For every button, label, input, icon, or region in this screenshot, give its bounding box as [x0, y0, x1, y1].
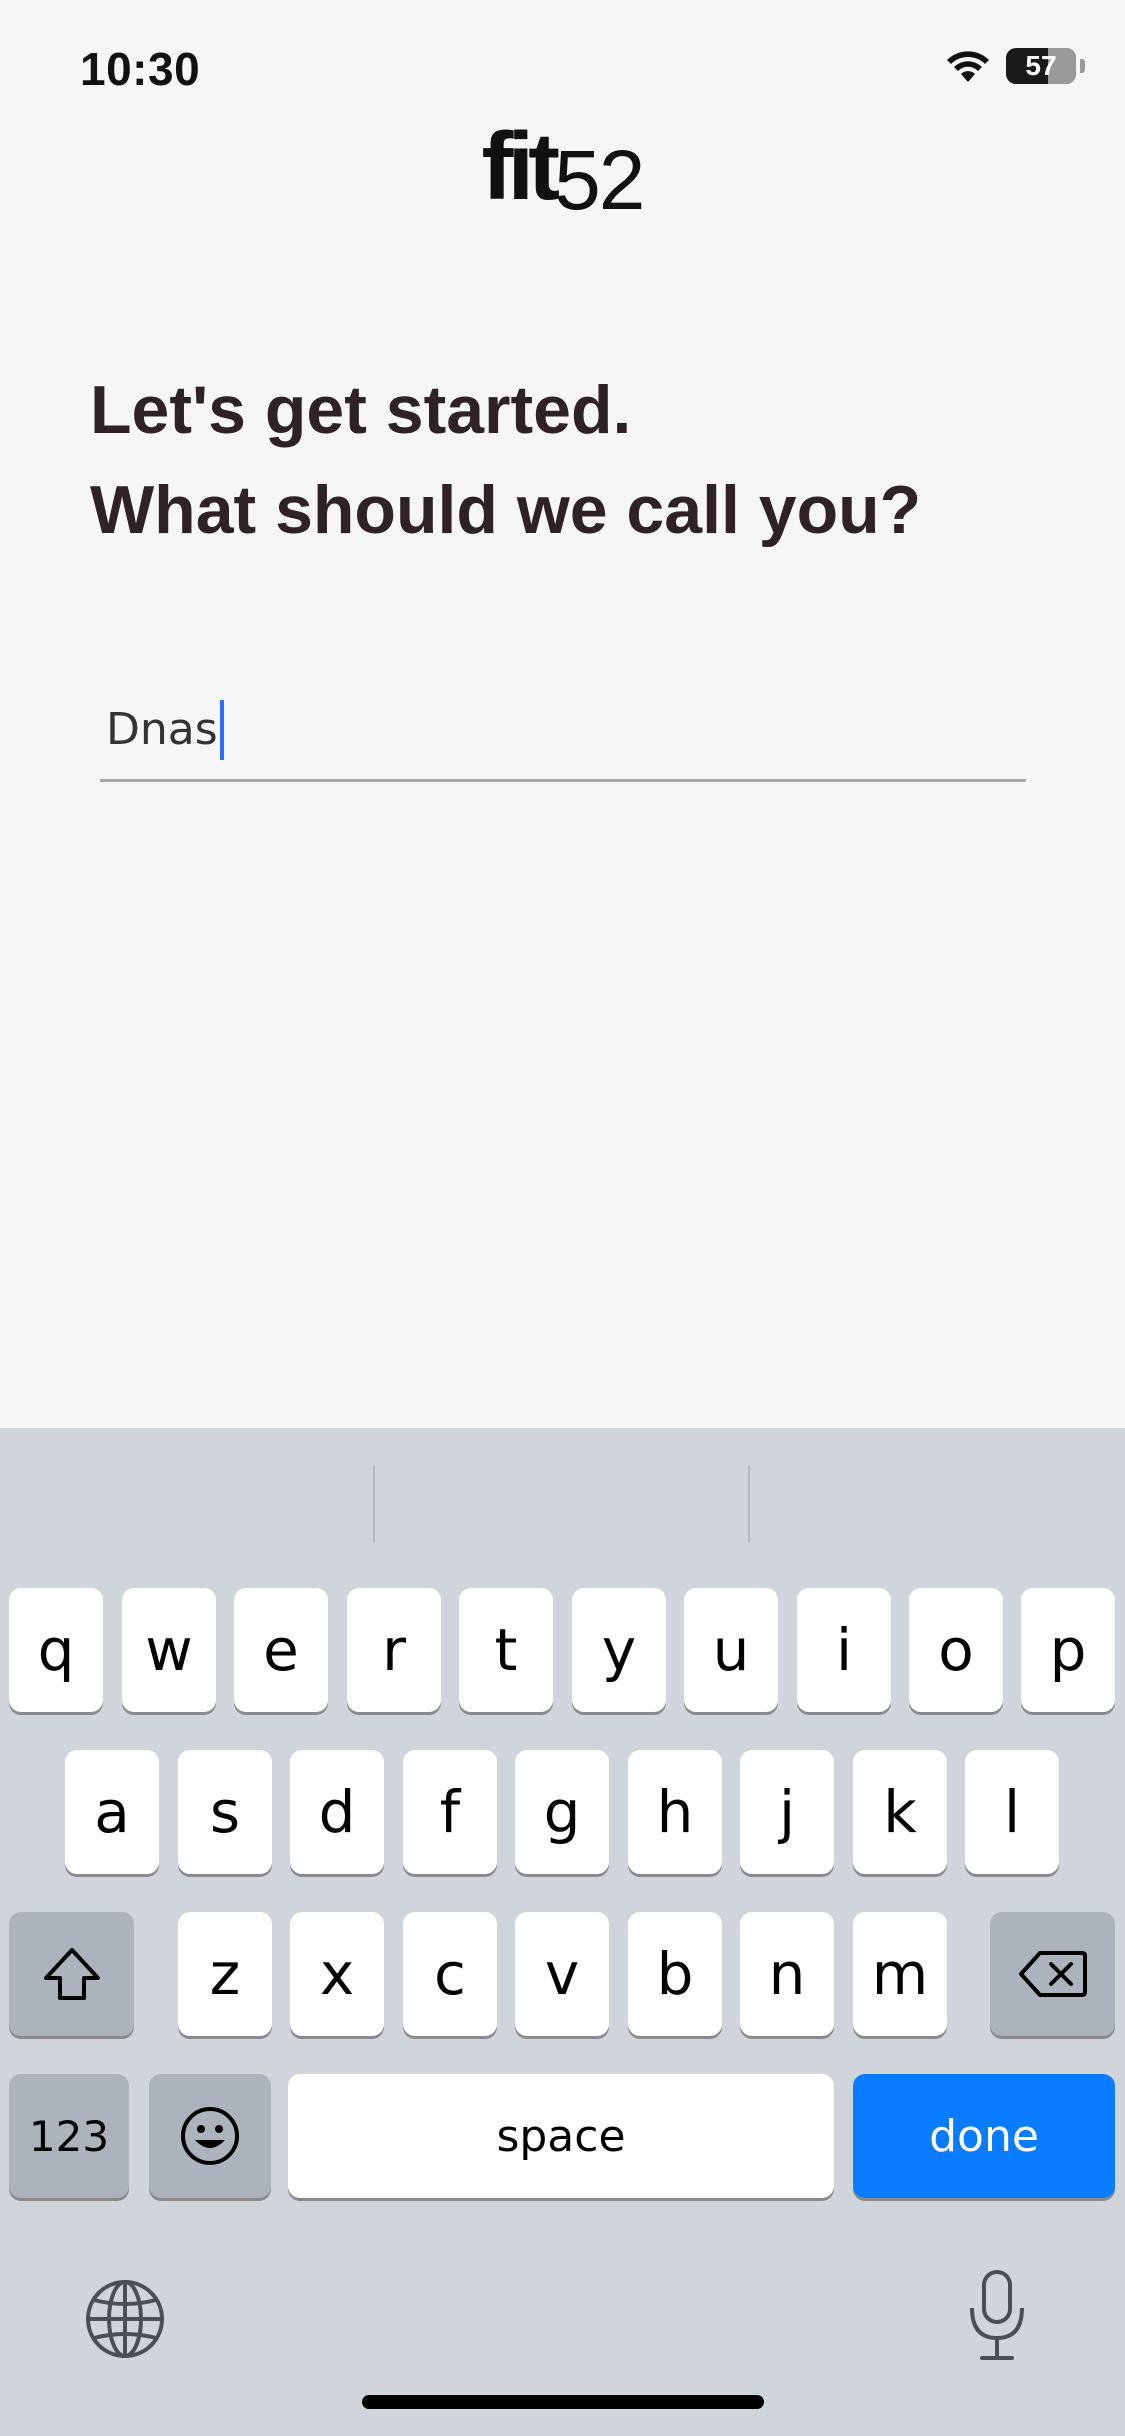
key-b[interactable]: b	[628, 1912, 722, 2036]
key-k[interactable]: k	[853, 1750, 947, 1874]
space-key[interactable]: space	[288, 2074, 834, 2198]
status-time: 10:30	[80, 43, 201, 95]
key-d[interactable]: d	[290, 1750, 384, 1874]
key-q[interactable]: q	[9, 1588, 103, 1712]
key-f[interactable]: f	[403, 1750, 497, 1874]
key-n[interactable]: n	[740, 1912, 834, 2036]
suggestion-divider	[748, 1466, 750, 1542]
key-x[interactable]: x	[290, 1912, 384, 2036]
key-j[interactable]: j	[740, 1750, 834, 1874]
globe-icon[interactable]	[84, 2278, 166, 2360]
name-input-value: Dnas	[106, 704, 218, 755]
key-r[interactable]: r	[347, 1588, 441, 1712]
status-indicators: 57	[944, 48, 1085, 84]
key-s[interactable]: s	[178, 1750, 272, 1874]
home-indicator[interactable]	[362, 2395, 764, 2409]
key-c[interactable]: c	[403, 1912, 497, 2036]
key-o[interactable]: o	[909, 1588, 1003, 1712]
backspace-icon	[1018, 1951, 1087, 1997]
key-a[interactable]: a	[65, 1750, 159, 1874]
shift-icon	[43, 1948, 100, 2000]
key-e[interactable]: e	[234, 1588, 328, 1712]
suggestion-bar	[0, 1428, 1125, 1588]
key-g[interactable]: g	[515, 1750, 609, 1874]
emoji-key[interactable]	[149, 2074, 271, 2198]
key-w[interactable]: w	[122, 1588, 216, 1712]
emoji-icon	[181, 2107, 239, 2165]
key-m[interactable]: m	[853, 1912, 947, 2036]
app-logo: fit52	[0, 112, 1125, 227]
heading-line-1: Let's get started.	[90, 372, 632, 448]
key-l[interactable]: l	[965, 1750, 1059, 1874]
wifi-icon	[947, 51, 989, 82]
logo-word: fit	[481, 113, 560, 220]
suggestion-divider	[373, 1466, 375, 1542]
microphone-icon[interactable]	[966, 2268, 1028, 2364]
key-h[interactable]: h	[628, 1750, 722, 1874]
done-key[interactable]: done	[853, 2074, 1115, 2198]
shift-key[interactable]	[9, 1912, 134, 2036]
numbers-key[interactable]: 123	[9, 2074, 129, 2198]
key-t[interactable]: t	[459, 1588, 553, 1712]
key-z[interactable]: z	[178, 1912, 272, 2036]
key-i[interactable]: i	[797, 1588, 891, 1712]
key-v[interactable]: v	[515, 1912, 609, 2036]
keyboard: q w e r t y u i o p a s d f g h j k l z …	[0, 1428, 1125, 2436]
onboarding-heading: Let's get started. What should we call y…	[90, 360, 1050, 560]
key-u[interactable]: u	[684, 1588, 778, 1712]
key-y[interactable]: y	[572, 1588, 666, 1712]
logo-number: 52	[554, 133, 645, 227]
battery-level: 57	[1025, 50, 1057, 81]
delete-key[interactable]	[990, 1912, 1115, 2036]
battery-icon: 57	[1006, 48, 1076, 84]
heading-line-2: What should we call you?	[90, 472, 922, 548]
key-p[interactable]: p	[1021, 1588, 1115, 1712]
text-caret	[219, 699, 224, 760]
name-input[interactable]: Dnas	[100, 680, 1026, 782]
